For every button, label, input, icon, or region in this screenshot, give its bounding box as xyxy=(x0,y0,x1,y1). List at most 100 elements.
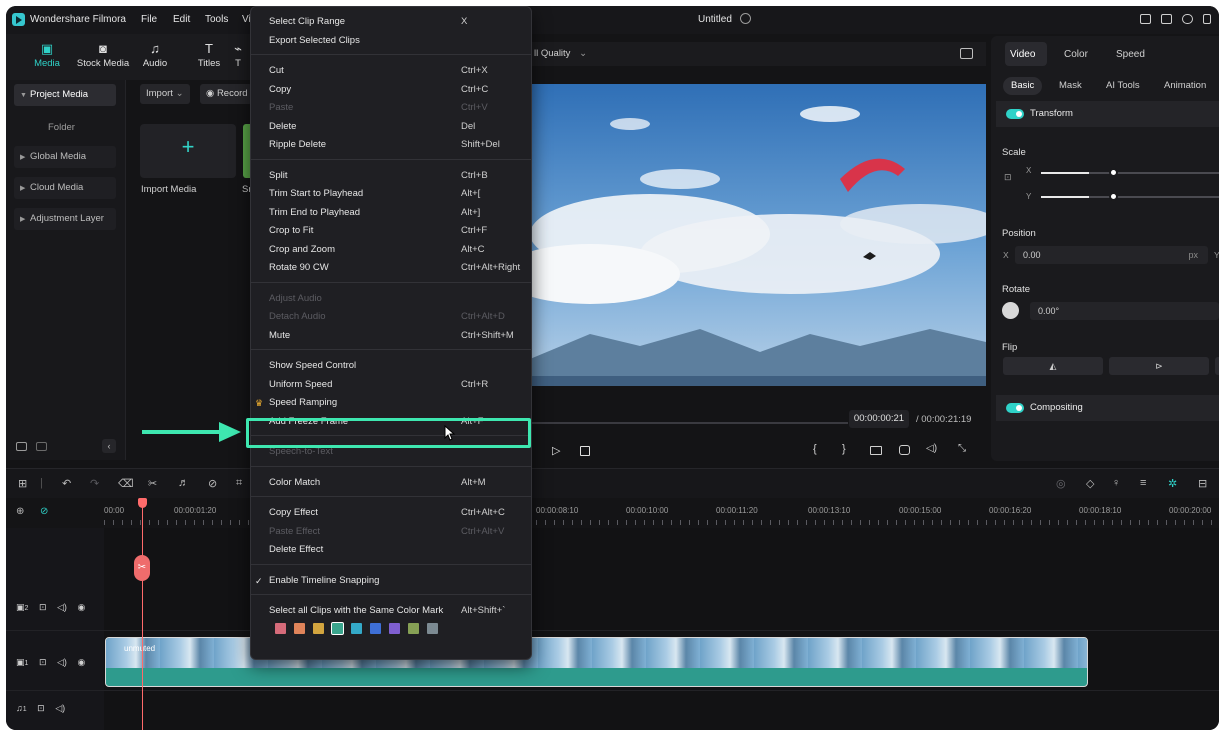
color-mark-swatch[interactable] xyxy=(294,622,305,634)
menu-item-cut[interactable]: Cut Ctrl+X xyxy=(269,62,521,80)
camera-icon[interactable] xyxy=(899,445,910,455)
render-icon[interactable]: ◎ xyxy=(1056,477,1066,490)
lock-icon[interactable]: ⊡ xyxy=(39,602,47,612)
new-folder-icon[interactable] xyxy=(16,442,27,451)
audio-edit-icon[interactable]: ♬ xyxy=(178,477,189,489)
flip-horizontal-button[interactable]: ◭ xyxy=(1003,357,1103,375)
cloud-upload-icon[interactable] xyxy=(1182,14,1193,24)
tab-video[interactable]: Video xyxy=(1010,49,1035,60)
add-track-icon[interactable]: ⊕ xyxy=(16,506,24,517)
scale-y-knob[interactable] xyxy=(1109,192,1118,201)
eye-icon[interactable]: ◉ xyxy=(77,602,85,612)
collapse-sidebar-icon[interactable]: ‹ xyxy=(102,439,116,453)
lock-icon[interactable]: ⊡ xyxy=(1004,172,1012,183)
transform-section[interactable]: Transform xyxy=(996,101,1219,127)
color-mark-swatch[interactable] xyxy=(427,622,438,634)
layout-icon[interactable] xyxy=(1140,14,1151,24)
transform-toggle[interactable] xyxy=(1006,109,1024,119)
scale-y-slider[interactable] xyxy=(1041,192,1219,201)
subtab-mask[interactable]: Mask xyxy=(1051,77,1090,95)
folder-icon[interactable] xyxy=(36,442,47,451)
playhead[interactable] xyxy=(142,500,143,730)
scale-x-slider[interactable] xyxy=(1041,168,1219,177)
color-mark-swatch[interactable] xyxy=(275,622,286,634)
flip-extra-button[interactable] xyxy=(1215,357,1219,375)
grid-icon[interactable] xyxy=(1203,14,1211,24)
menu-item-ripple-delete[interactable]: Ripple Delete Shift+Del xyxy=(269,136,521,154)
save-icon[interactable] xyxy=(1161,14,1172,24)
menu-item-mute[interactable]: Mute Ctrl+Shift+M xyxy=(269,327,521,345)
compositing-section[interactable]: Compositing xyxy=(996,395,1219,421)
flip-vertical-button[interactable]: ⊳ xyxy=(1109,357,1209,375)
color-mark-swatch[interactable] xyxy=(408,622,419,634)
voiceover-icon[interactable]: ≡ xyxy=(1140,477,1146,489)
snap-icon[interactable]: ✲ xyxy=(1168,477,1177,490)
menu-item-crop-to-fit[interactable]: Crop to Fit Ctrl+F xyxy=(269,222,521,240)
scale-x-knob[interactable] xyxy=(1109,168,1118,177)
scissors-icon[interactable]: ✂ xyxy=(148,477,157,490)
record-button[interactable]: ◉ Record xyxy=(200,84,252,104)
video-preview[interactable] xyxy=(530,84,986,386)
tab-audio[interactable]: ♫ Audio xyxy=(130,40,180,69)
undo-icon[interactable]: ↶ xyxy=(62,477,71,490)
menu-item-trim-start-to-playhead[interactable]: Trim Start to Playhead Alt+[ xyxy=(269,185,521,203)
color-mark-swatch[interactable] xyxy=(389,622,400,634)
crop-icon[interactable]: ⌗ xyxy=(236,477,242,490)
menu-item-crop-and-zoom[interactable]: Crop and Zoom Alt+C xyxy=(269,241,521,259)
menu-item-copy[interactable]: Copy Ctrl+C xyxy=(269,81,521,99)
tab-transitions[interactable]: ⌁ T xyxy=(226,40,250,69)
menu-item-delete-effect[interactable]: Delete Effect xyxy=(269,541,521,559)
menu-file[interactable]: File xyxy=(141,14,157,25)
color-mark-swatch[interactable] xyxy=(331,621,344,635)
menu-item-rotate-90-cw[interactable]: Rotate 90 CW Ctrl+Alt+Right xyxy=(269,259,521,277)
menu-item-select-all-clips-with-the-same-color-mark[interactable]: Select all Clips with the Same Color Mar… xyxy=(269,602,521,620)
rotate-field[interactable]: 0.00° xyxy=(1030,302,1219,320)
zoom-fit-icon[interactable]: ⊟ xyxy=(1198,477,1207,490)
menu-item-select-clip-range[interactable]: Select Clip Range X xyxy=(269,13,521,31)
menu-item-trim-end-to-playhead[interactable]: Trim End to Playhead Alt+] xyxy=(269,204,521,222)
volume-icon[interactable]: ◁) xyxy=(57,602,67,612)
sidebar-item-adjustment-layer[interactable]: ▶ Adjustment Layer xyxy=(14,208,116,230)
volume-icon[interactable]: ◁) xyxy=(926,443,937,454)
snapshot-chart-icon[interactable] xyxy=(960,48,973,59)
menu-item-export-selected-clips[interactable]: Export Selected Clips xyxy=(269,32,521,50)
delete-icon[interactable]: ⌫ xyxy=(118,477,134,490)
layout-grid-icon[interactable]: ⊞ xyxy=(18,477,27,490)
volume-icon[interactable]: ◁) xyxy=(57,657,67,667)
tab-media[interactable]: ▣ Media xyxy=(22,40,72,69)
mask-icon[interactable]: ⊘ xyxy=(208,477,217,490)
rotate-dial[interactable] xyxy=(1002,302,1019,319)
redo-icon[interactable]: ↷ xyxy=(90,477,99,490)
color-mark-swatch[interactable] xyxy=(313,622,324,634)
color-mark-swatch[interactable] xyxy=(351,622,362,634)
lock-icon[interactable]: ⊡ xyxy=(37,703,45,713)
mark-in-icon[interactable]: { xyxy=(813,443,817,455)
menu-item-color-match[interactable]: Color Match Alt+M xyxy=(269,474,521,492)
sidebar-item-cloud-media[interactable]: ▶ Cloud Media xyxy=(14,177,116,199)
menu-item-copy-effect[interactable]: Copy Effect Ctrl+Alt+C xyxy=(269,504,521,522)
marker-icon[interactable]: ◇ xyxy=(1086,477,1094,490)
volume-icon[interactable]: ◁) xyxy=(55,703,65,713)
menu-item-uniform-speed[interactable]: Uniform Speed Ctrl+R xyxy=(269,376,521,394)
split-scissors-icon[interactable]: ✂ xyxy=(134,555,150,581)
play-icon[interactable]: ▷ xyxy=(552,444,560,457)
sidebar-item-global-media[interactable]: ▶ Global Media xyxy=(14,146,116,168)
eye-icon[interactable]: ◉ xyxy=(77,657,85,667)
menu-item-delete[interactable]: Delete Del xyxy=(269,118,521,136)
quality-select[interactable]: ll Quality ⌄ xyxy=(534,48,587,59)
import-media-tile[interactable]: + xyxy=(140,124,236,178)
menu-item-split[interactable]: Split Ctrl+B xyxy=(269,167,521,185)
tab-color[interactable]: Color xyxy=(1064,49,1088,60)
import-dropdown-button[interactable]: Import ⌄ xyxy=(140,84,190,104)
subtab-ai-tools[interactable]: AI Tools xyxy=(1098,77,1148,95)
display-icon[interactable] xyxy=(870,446,882,455)
link-icon[interactable]: ⊘ xyxy=(40,506,48,517)
menu-item-enable-timeline-snapping[interactable]: ✓ Enable Timeline Snapping xyxy=(255,572,521,590)
menu-item-speed-ramping[interactable]: ♛ Speed Ramping xyxy=(255,394,521,412)
subtab-animation[interactable]: Animation xyxy=(1156,77,1214,95)
mark-out-icon[interactable]: } xyxy=(842,443,846,455)
menu-edit[interactable]: Edit xyxy=(173,14,190,25)
stop-icon[interactable] xyxy=(580,446,590,456)
position-x-field[interactable]: 0.00 px xyxy=(1015,246,1208,264)
fullscreen-icon[interactable]: ⤡ xyxy=(958,443,966,454)
